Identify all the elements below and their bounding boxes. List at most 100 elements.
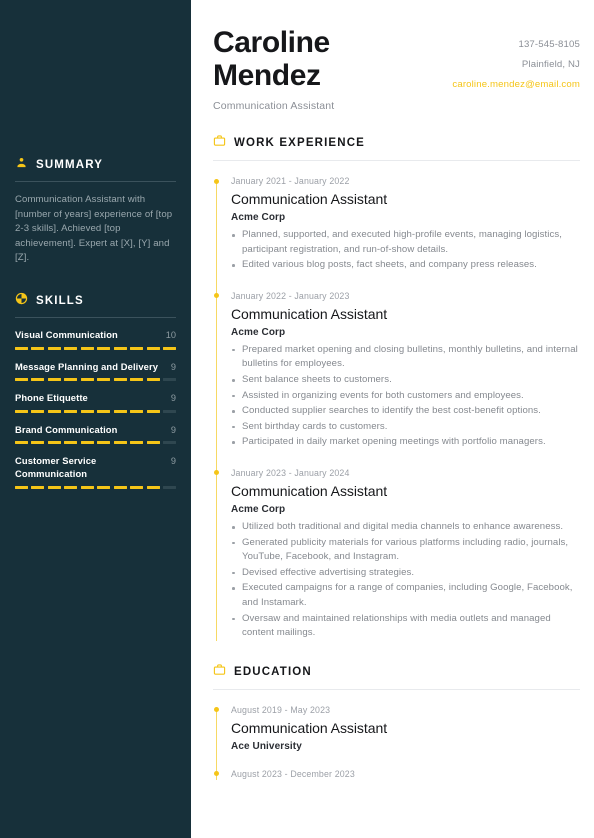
entry-date: January 2021 - January 2022 bbox=[231, 176, 350, 186]
entry-title: Communication Assistant bbox=[231, 305, 388, 322]
skill-rating-segment bbox=[97, 441, 111, 445]
skill-rating-segment bbox=[130, 409, 144, 413]
skill-value: 9 bbox=[170, 456, 176, 467]
entry-bullet: Edited various blog posts, fact sheets, … bbox=[231, 258, 580, 273]
contact-block: 137-545-8105 Plainfield, NJ caroline.men… bbox=[452, 26, 580, 95]
skill-rating-segment bbox=[31, 346, 45, 350]
candidate-first-name: Caroline bbox=[213, 26, 330, 59]
entry-organization: Acme Corp bbox=[231, 212, 286, 223]
section-work-experience: WORK EXPERIENCE January 2021 - January 2… bbox=[207, 134, 586, 641]
section-education: EDUCATION August 2019 - May 2023 Communic… bbox=[207, 663, 586, 780]
skill-rating-segment bbox=[146, 485, 160, 489]
skill-rating-bar bbox=[15, 378, 177, 382]
contact-location: Plainfield, NJ bbox=[521, 59, 580, 70]
briefcase-icon bbox=[213, 663, 226, 681]
entry-bullet: Assisted in organizing events for both c… bbox=[231, 389, 580, 404]
summary-divider bbox=[15, 181, 176, 182]
education-header: EDUCATION bbox=[207, 663, 586, 689]
timeline-entry: January 2022 - January 2023 Communication… bbox=[213, 290, 580, 473]
timeline-line bbox=[215, 296, 217, 473]
skill-item: Customer Service Communication 9 bbox=[15, 455, 177, 489]
education-timeline: August 2019 - May 2023 Communication Assi… bbox=[207, 690, 586, 780]
skill-rating-segment bbox=[130, 346, 144, 350]
contact-email[interactable]: caroline.mendez@email.com bbox=[452, 75, 580, 95]
entry-bullet: Devised effective advertising strategies… bbox=[231, 566, 580, 581]
skill-header: Message Planning and Delivery 9 bbox=[15, 361, 176, 374]
entry-title: Communication Assistant bbox=[231, 191, 388, 207]
resume-header: Caroline Mendez Communication Assistant … bbox=[207, 0, 586, 112]
skill-rating-segment bbox=[64, 485, 78, 489]
identity-block: Caroline Mendez Communication Assistant bbox=[213, 26, 334, 112]
timeline-dot bbox=[213, 707, 219, 713]
timeline-entry: January 2023 - January 2024 Communication… bbox=[213, 467, 580, 641]
entry-bullet-list: Utilized both traditional and digital me… bbox=[231, 520, 580, 641]
skill-rating-segment bbox=[64, 441, 78, 445]
skill-value: 10 bbox=[165, 329, 176, 340]
skill-rating-segment bbox=[31, 378, 45, 382]
summary-title: SUMMARY bbox=[36, 159, 104, 171]
skills-divider bbox=[15, 316, 176, 318]
skill-item: Brand Communication 9 bbox=[15, 424, 177, 445]
skill-header: Customer Service Communication 9 bbox=[15, 455, 176, 480]
skill-rating-bar bbox=[15, 346, 177, 350]
sidebar-section-skills: SKILLS Visual Communication 10 Message Pla… bbox=[15, 292, 177, 489]
skill-rating-segment bbox=[130, 441, 144, 445]
candidate-name: Caroline Mendez bbox=[213, 26, 334, 92]
skills-title: SKILLS bbox=[36, 294, 84, 307]
skill-item: Phone Etiquette 9 bbox=[15, 392, 177, 413]
timeline-line bbox=[215, 182, 217, 296]
skill-rating-segment bbox=[163, 485, 177, 489]
skill-header: Visual Communication 10 bbox=[15, 329, 176, 342]
skill-value: 9 bbox=[170, 393, 176, 404]
skill-rating-segment bbox=[163, 441, 177, 445]
skill-rating-segment bbox=[64, 409, 78, 413]
skill-name: Customer Service Communication bbox=[15, 455, 97, 479]
entry-bullet: Utilized both traditional and digital me… bbox=[231, 520, 580, 535]
skill-rating-segment bbox=[97, 346, 111, 350]
skill-rating-segment bbox=[130, 378, 144, 382]
skill-rating-segment bbox=[31, 485, 45, 489]
timeline-line bbox=[215, 710, 217, 774]
skill-value: 9 bbox=[170, 424, 176, 435]
skill-rating-segment bbox=[80, 346, 94, 350]
skill-rating-segment bbox=[146, 441, 160, 445]
timeline-dot bbox=[213, 178, 219, 184]
work-experience-timeline: January 2021 - January 2022 Communication… bbox=[207, 161, 586, 641]
contact-phone: 137-545-8105 bbox=[518, 39, 580, 50]
skill-rating-segment bbox=[113, 378, 127, 382]
skill-rating-segment bbox=[47, 409, 61, 413]
timeline-line bbox=[215, 473, 217, 641]
skill-rating-bar bbox=[15, 485, 177, 489]
entry-bullet: Planned, supported, and executed high-pr… bbox=[231, 228, 580, 257]
education-title: EDUCATION bbox=[234, 665, 312, 678]
skill-rating-segment bbox=[80, 409, 94, 413]
skill-header: Phone Etiquette 9 bbox=[15, 392, 176, 405]
entry-title: Communication Assistant bbox=[231, 482, 388, 499]
timeline-entry: January 2021 - January 2022 Communication… bbox=[213, 175, 580, 296]
candidate-role: Communication Assistant bbox=[213, 100, 335, 112]
skill-rating-segment bbox=[15, 346, 28, 350]
entry-bullet-list: Prepared market opening and closing bull… bbox=[231, 343, 580, 450]
skill-rating-segment bbox=[80, 441, 94, 445]
pie-chart-icon bbox=[15, 292, 28, 310]
skill-rating-segment bbox=[47, 441, 61, 445]
skill-rating-segment bbox=[47, 346, 61, 350]
skill-rating-segment bbox=[113, 409, 127, 413]
skill-rating-segment bbox=[64, 378, 78, 382]
work-experience-header: WORK EXPERIENCE bbox=[207, 134, 586, 160]
skills-list: Visual Communication 10 Message Planning a… bbox=[15, 329, 177, 489]
skill-rating-bar bbox=[15, 441, 177, 445]
skill-header: Brand Communication 9 bbox=[15, 424, 176, 437]
skill-rating-segment bbox=[47, 378, 61, 382]
timeline-dot bbox=[213, 293, 219, 299]
skill-rating-segment bbox=[97, 378, 111, 382]
skill-rating-segment bbox=[80, 485, 94, 489]
skill-rating-segment bbox=[146, 378, 160, 382]
entry-date: August 2019 - May 2023 bbox=[231, 704, 331, 715]
skill-rating-segment bbox=[64, 346, 78, 350]
skill-rating-segment bbox=[113, 346, 127, 350]
entry-title: Communication Assistant bbox=[231, 719, 388, 736]
timeline-entry: August 2023 - December 2023 bbox=[213, 768, 580, 780]
timeline-dot bbox=[213, 771, 219, 777]
summary-header: SUMMARY bbox=[15, 156, 176, 181]
